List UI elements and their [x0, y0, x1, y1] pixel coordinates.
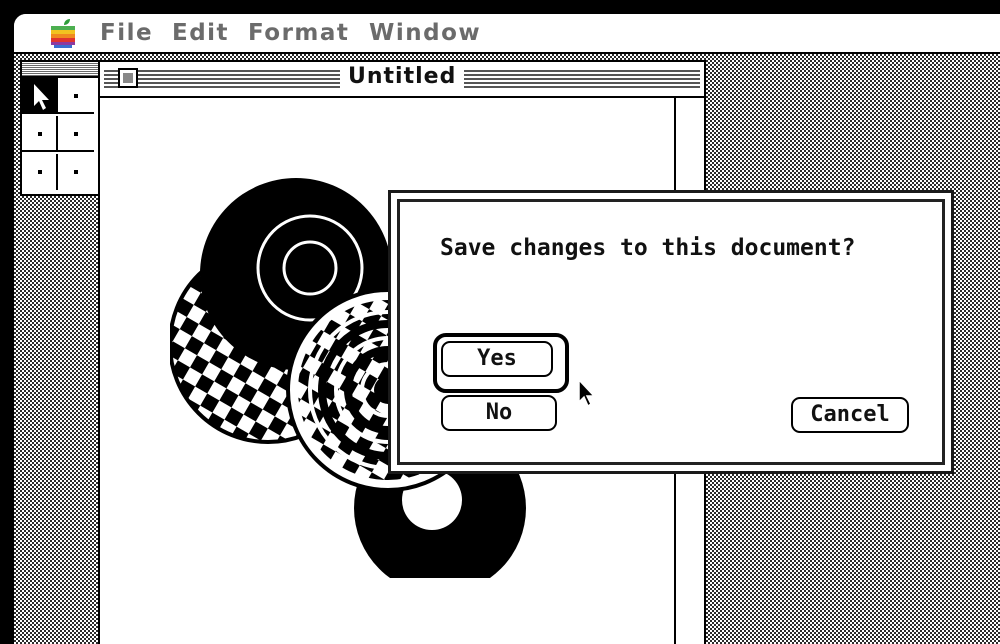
menu-format[interactable]: Format [248, 20, 349, 46]
close-box[interactable] [118, 68, 138, 88]
save-changes-dialog: Save changes to this document? Yes No Ca… [388, 190, 954, 474]
arrow-tool-icon [34, 84, 49, 110]
mouse-pointer-icon [578, 378, 596, 408]
palette-tool-2[interactable] [58, 78, 94, 114]
menu-window[interactable]: Window [369, 20, 481, 46]
palette-drag-bar[interactable] [22, 62, 98, 78]
palette-tool-3[interactable] [22, 116, 58, 152]
dot-icon [38, 132, 42, 136]
screen: File Edit Format Window Untitled Save ch… [14, 14, 1000, 644]
no-button[interactable]: No [441, 395, 557, 431]
close-box-icon [123, 73, 133, 83]
dialog-message: Save changes to this document? [440, 235, 856, 261]
dot-icon [74, 94, 78, 98]
dot-icon [38, 170, 42, 174]
cancel-button[interactable]: Cancel [791, 397, 909, 433]
apple-menu-icon[interactable] [50, 18, 76, 48]
yes-button[interactable]: Yes [441, 341, 553, 377]
menu-bar: File Edit Format Window [14, 14, 1000, 54]
dot-icon [74, 170, 78, 174]
dot-icon [74, 132, 78, 136]
menu-edit[interactable]: Edit [172, 20, 229, 46]
arrow-tool[interactable] [22, 78, 58, 114]
palette-tool-5[interactable] [22, 154, 58, 190]
document-title: Untitled [340, 64, 465, 89]
menu-file[interactable]: File [100, 20, 153, 46]
document-title-bar[interactable]: Untitled [100, 62, 704, 98]
palette-tool-6[interactable] [58, 154, 94, 190]
tool-palette [20, 60, 100, 196]
palette-tool-4[interactable] [58, 116, 94, 152]
